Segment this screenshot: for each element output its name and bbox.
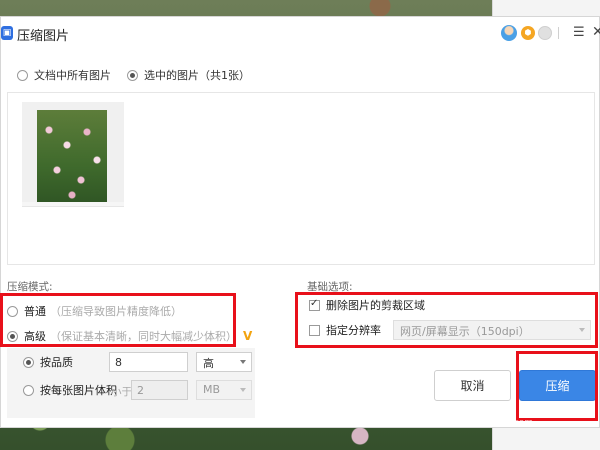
vip-v-icon: V [243,329,253,343]
resolution-option[interactable]: 指定分辨率 [309,322,381,338]
mode-normal-option[interactable]: 普通 （压缩导致图片精度降低） [7,303,182,319]
scope-all-images-option[interactable]: 文档中所有图片 [17,67,111,83]
quality-level-value: 高 [203,357,214,370]
thumbnail-shadow [22,202,124,207]
dialog-title: 压缩图片 [17,29,70,44]
watermark: Bai经验 jingyan.baidu.com [450,396,533,428]
basic-options-label: 基础选项: [307,281,353,293]
watermark-main: Bai经验 [450,400,516,419]
by-quality-label: 按品质 [40,356,73,369]
size-unit-value: MB [203,383,221,396]
checkbox-resolution[interactable] [309,324,320,336]
image-thumbnail [37,110,107,204]
delete-crop-label: 删除图片的剪裁区域 [326,299,425,312]
chevron-down-icon [240,388,246,392]
size-prefix-label: 小于 [111,386,132,398]
by-size-option[interactable]: 按每张图片体积 [23,382,117,398]
quality-level-select[interactable]: 高 [196,352,252,372]
mode-high-option[interactable]: 高级 （保证基本清晰，同时大幅减少体积） V [7,328,252,344]
scope-selector: 文档中所有图片 选中的图片（共1张） [17,67,266,83]
mode-high-hint: （保证基本清晰，同时大幅减少体积） [50,330,237,343]
titlebar-divider [558,27,559,39]
scope-all-images-label: 文档中所有图片 [34,69,111,82]
by-quality-option[interactable]: 按品质 [23,354,73,370]
quality-input[interactable] [109,352,188,372]
image-thumbnail-card[interactable] [22,102,124,204]
radio-mode-high[interactable] [7,330,18,342]
size-unit-select[interactable]: MB [196,380,252,400]
radio-by-quality[interactable] [23,356,34,368]
size-input[interactable] [131,380,188,400]
mode-normal-label: 普通 [24,305,46,318]
chevron-down-icon [240,360,246,364]
resolution-label: 指定分辨率 [326,324,381,337]
chevron-down-icon [579,328,585,332]
circle-icon[interactable] [538,26,552,40]
avatar[interactable] [501,25,517,41]
scope-selected-images-label: 选中的图片（共1张） [144,69,250,82]
close-icon[interactable]: ✕ [592,24,600,40]
resolution-value: 网页/屏幕显示（150dpi） [400,325,530,338]
delete-crop-option[interactable]: 删除图片的剪裁区域 [309,297,425,313]
vip-hexagon-icon[interactable]: ⬢ [521,26,535,40]
compress-images-dialog: ▣ 压缩图片 ⬢ ☰ ✕ 文档中所有图片 选中的图片（共1张） 压缩模式: 普通… [0,16,600,428]
radio-selected-images[interactable] [127,69,138,81]
image-preview-panel [7,92,595,265]
radio-mode-normal[interactable] [7,305,18,317]
mode-high-label: 高级 [24,330,46,343]
by-size-label: 按每张图片体积 [40,384,117,397]
mode-normal-hint: （压缩导致图片精度降低） [50,305,182,318]
radio-all-images[interactable] [17,69,28,81]
menu-icon[interactable]: ☰ [573,26,585,39]
scope-selected-images-option[interactable]: 选中的图片（共1张） [127,67,250,83]
radio-by-size[interactable] [23,384,34,396]
wps-compress-icon: ▣ [1,26,13,40]
checkbox-delete-crop[interactable] [309,298,320,311]
titlebar: ▣ 压缩图片 ⬢ ☰ ✕ [1,17,600,49]
resolution-select[interactable]: 网页/屏幕显示（150dpi） [393,320,591,340]
compression-mode-label: 压缩模式: [7,281,53,293]
watermark-sub: jingyan.baidu.com [450,418,534,428]
